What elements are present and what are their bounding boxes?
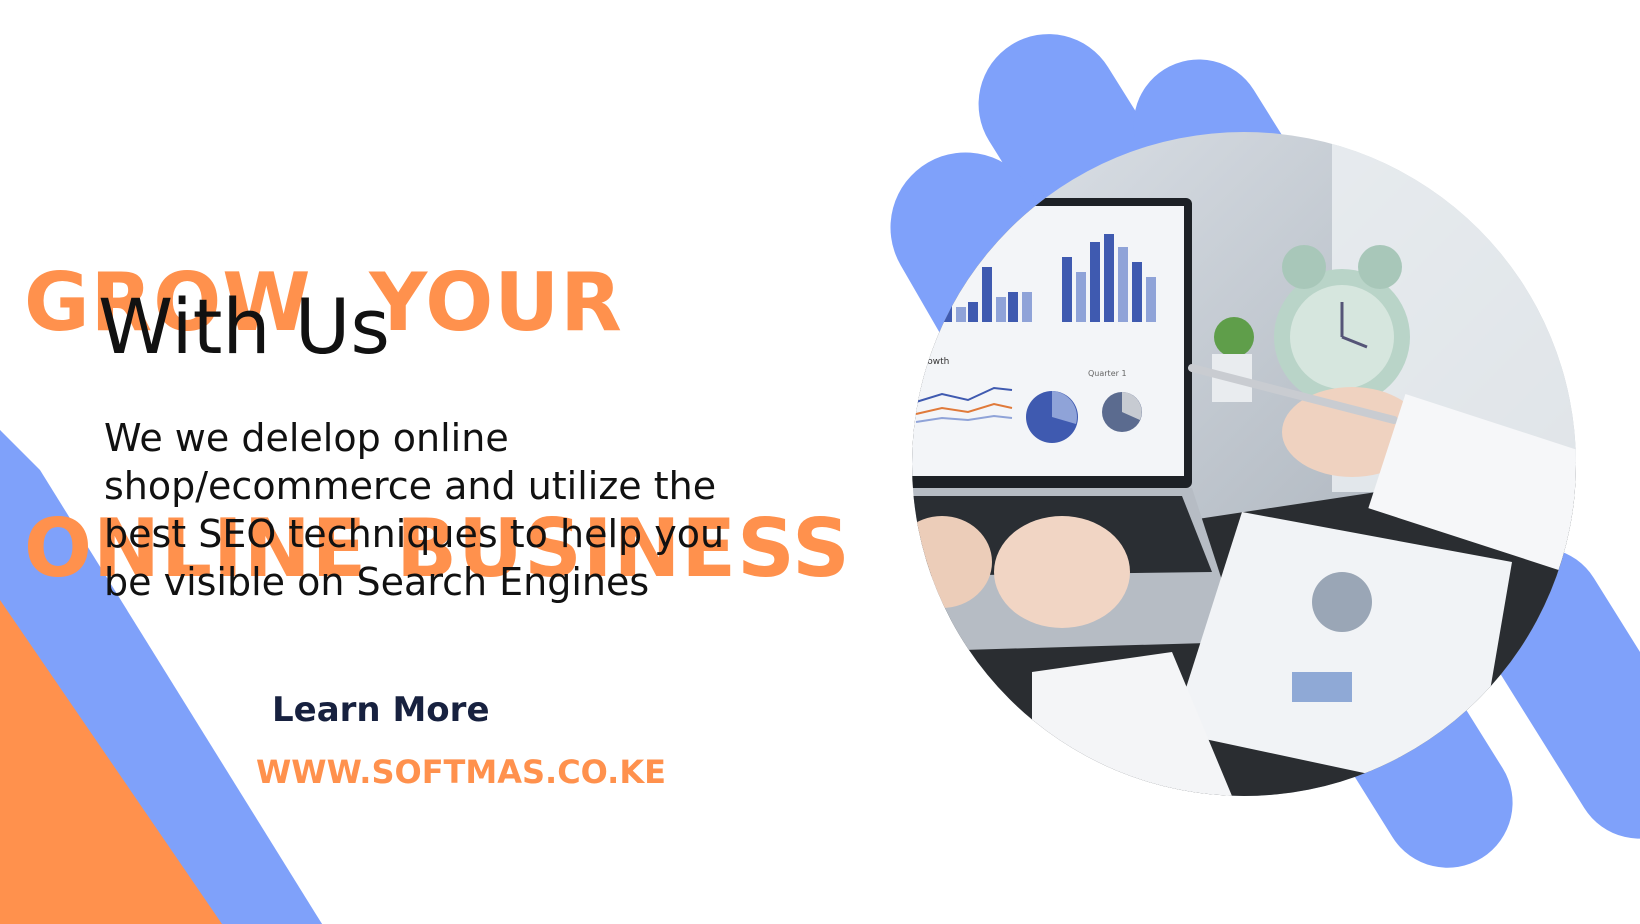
- laptop-dashboard-photo-icon: ss income growth Quarter 1: [912, 132, 1576, 796]
- description-line-1: We we delelop online: [104, 416, 509, 460]
- plant-icon: [1212, 317, 1254, 402]
- learn-more-button[interactable]: Learn More: [272, 690, 490, 730]
- website-link[interactable]: WWW.SOFTMAS.CO.KE: [256, 753, 666, 791]
- alarm-clock-icon: [1274, 245, 1410, 405]
- laptop-screen: ss income growth Quarter 1: [912, 198, 1192, 488]
- description: We we delelop online shop/ecommerce and …: [104, 414, 904, 606]
- chart2-title: growth: [918, 357, 949, 367]
- description-line-4: be visible on Search Engines: [104, 560, 650, 604]
- description-line-3: best SEO techniques to help you: [104, 512, 725, 556]
- chart3-title: Quarter 1: [1088, 369, 1127, 378]
- chart1-title: ss income: [952, 219, 998, 229]
- hand-typing: [994, 516, 1130, 628]
- subheadline: With Us: [98, 282, 390, 371]
- description-line-2: shop/ecommerce and utilize the: [104, 464, 717, 508]
